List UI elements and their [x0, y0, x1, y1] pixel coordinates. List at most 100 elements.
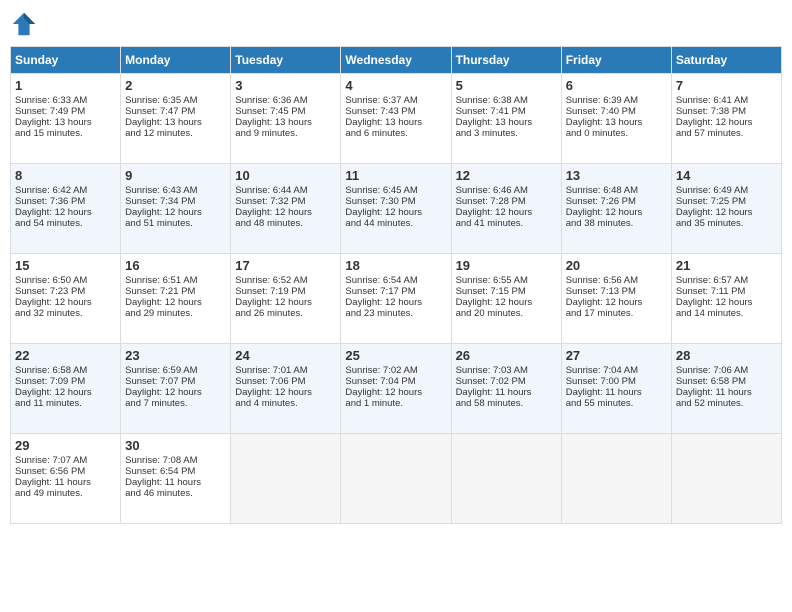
- day-number: 21: [676, 258, 777, 273]
- day-detail: Sunset: 7:38 PM: [676, 106, 777, 117]
- day-detail: Sunrise: 6:33 AM: [15, 95, 116, 106]
- day-header-monday: Monday: [121, 47, 231, 74]
- day-number: 27: [566, 348, 667, 363]
- day-number: 13: [566, 168, 667, 183]
- day-number: 28: [676, 348, 777, 363]
- calendar-cell: 4Sunrise: 6:37 AMSunset: 7:43 PMDaylight…: [341, 74, 451, 164]
- day-number: 29: [15, 438, 116, 453]
- day-detail: Sunrise: 6:36 AM: [235, 95, 336, 106]
- day-detail: Sunrise: 6:35 AM: [125, 95, 226, 106]
- day-detail: Sunset: 7:21 PM: [125, 286, 226, 297]
- day-detail: Sunrise: 6:39 AM: [566, 95, 667, 106]
- day-detail: Sunset: 7:43 PM: [345, 106, 446, 117]
- day-detail: Sunset: 7:32 PM: [235, 196, 336, 207]
- day-detail: and 23 minutes.: [345, 308, 446, 319]
- day-detail: Sunset: 7:02 PM: [456, 376, 557, 387]
- day-detail: Sunrise: 6:49 AM: [676, 185, 777, 196]
- day-detail: Daylight: 13 hours: [125, 117, 226, 128]
- day-header-sunday: Sunday: [11, 47, 121, 74]
- day-number: 7: [676, 78, 777, 93]
- day-detail: Sunrise: 6:44 AM: [235, 185, 336, 196]
- day-detail: and 41 minutes.: [456, 218, 557, 229]
- day-detail: and 44 minutes.: [345, 218, 446, 229]
- day-detail: Sunrise: 7:02 AM: [345, 365, 446, 376]
- day-number: 5: [456, 78, 557, 93]
- day-detail: Daylight: 11 hours: [15, 477, 116, 488]
- day-detail: Daylight: 12 hours: [456, 297, 557, 308]
- day-detail: Sunset: 7:49 PM: [15, 106, 116, 117]
- day-detail: Sunrise: 7:03 AM: [456, 365, 557, 376]
- day-detail: Sunrise: 6:57 AM: [676, 275, 777, 286]
- calendar-cell: 25Sunrise: 7:02 AMSunset: 7:04 PMDayligh…: [341, 344, 451, 434]
- day-detail: Sunset: 7:36 PM: [15, 196, 116, 207]
- day-number: 11: [345, 168, 446, 183]
- day-header-wednesday: Wednesday: [341, 47, 451, 74]
- day-number: 15: [15, 258, 116, 273]
- day-detail: Sunrise: 6:38 AM: [456, 95, 557, 106]
- day-detail: Daylight: 12 hours: [345, 297, 446, 308]
- day-detail: and 0 minutes.: [566, 128, 667, 139]
- day-detail: Daylight: 13 hours: [235, 117, 336, 128]
- day-detail: Sunrise: 6:51 AM: [125, 275, 226, 286]
- day-detail: Sunset: 7:11 PM: [676, 286, 777, 297]
- day-detail: Daylight: 11 hours: [566, 387, 667, 398]
- calendar-cell: 15 Sunrise: 6:50 AMSunset: 7:23 PMDayligh…: [11, 254, 121, 344]
- day-number: 3: [235, 78, 336, 93]
- calendar-cell: 14Sunrise: 6:49 AMSunset: 7:25 PMDayligh…: [671, 164, 781, 254]
- day-detail: Sunrise: 6:58 AM: [15, 365, 116, 376]
- day-detail: Sunset: 7:23 PM: [15, 286, 116, 297]
- day-detail: Daylight: 12 hours: [566, 207, 667, 218]
- day-detail: Sunset: 7:30 PM: [345, 196, 446, 207]
- logo: [10, 10, 42, 38]
- calendar-cell: 24Sunrise: 7:01 AMSunset: 7:06 PMDayligh…: [231, 344, 341, 434]
- day-detail: Sunrise: 6:54 AM: [345, 275, 446, 286]
- day-detail: Sunset: 7:07 PM: [125, 376, 226, 387]
- day-detail: and 3 minutes.: [456, 128, 557, 139]
- week-row-2: 8Sunrise: 6:42 AMSunset: 7:36 PMDaylight…: [11, 164, 782, 254]
- week-row-3: 15Sunrise: 6:50 AMSunset: 7:23 PMDayligh…: [11, 254, 782, 344]
- calendar-cell: 19Sunrise: 6:55 AMSunset: 7:15 PMDayligh…: [451, 254, 561, 344]
- day-detail: Daylight: 12 hours: [15, 297, 116, 308]
- calendar-cell: 1 Sunrise: 6:33 AMSunset: 7:49 PMDaylight…: [11, 74, 121, 164]
- day-detail: Daylight: 12 hours: [235, 387, 336, 398]
- calendar-cell: 9Sunrise: 6:43 AMSunset: 7:34 PMDaylight…: [121, 164, 231, 254]
- day-detail: and 26 minutes.: [235, 308, 336, 319]
- day-detail: Sunset: 7:26 PM: [566, 196, 667, 207]
- day-detail: Sunrise: 6:48 AM: [566, 185, 667, 196]
- calendar-cell: [231, 434, 341, 524]
- day-detail: Sunset: 6:58 PM: [676, 376, 777, 387]
- day-detail: and 46 minutes.: [125, 488, 226, 499]
- calendar-cell: 13 Sunrise: 6:48 AMSunset: 7:26 PMDayligh…: [561, 164, 671, 254]
- calendar-cell: 2Sunrise: 6:35 AMSunset: 7:47 PMDaylight…: [121, 74, 231, 164]
- day-detail: Sunset: 7:40 PM: [566, 106, 667, 117]
- day-detail: and 52 minutes.: [676, 398, 777, 409]
- day-detail: Daylight: 12 hours: [676, 297, 777, 308]
- day-number: 1: [15, 78, 116, 93]
- day-detail: Sunrise: 7:06 AM: [676, 365, 777, 376]
- day-detail: Sunrise: 6:50 AM: [15, 275, 116, 286]
- calendar-cell: [341, 434, 451, 524]
- day-number: 12: [456, 168, 557, 183]
- day-detail: Daylight: 12 hours: [235, 297, 336, 308]
- day-detail: Sunrise: 6:46 AM: [456, 185, 557, 196]
- day-detail: and 57 minutes.: [676, 128, 777, 139]
- day-detail: Daylight: 11 hours: [456, 387, 557, 398]
- day-detail: Daylight: 13 hours: [456, 117, 557, 128]
- day-detail: Sunset: 7:04 PM: [345, 376, 446, 387]
- day-detail: and 38 minutes.: [566, 218, 667, 229]
- week-row-4: 22Sunrise: 6:58 AMSunset: 7:09 PMDayligh…: [11, 344, 782, 434]
- day-detail: Daylight: 13 hours: [15, 117, 116, 128]
- day-number: 2: [125, 78, 226, 93]
- day-detail: Sunrise: 6:59 AM: [125, 365, 226, 376]
- week-row-1: 1Sunrise: 6:33 AMSunset: 7:49 PMDaylight…: [11, 74, 782, 164]
- day-number: 25: [345, 348, 446, 363]
- day-detail: Daylight: 11 hours: [125, 477, 226, 488]
- day-number: 22: [15, 348, 116, 363]
- day-detail: Daylight: 12 hours: [345, 207, 446, 218]
- day-detail: and 11 minutes.: [15, 398, 116, 409]
- day-detail: and 14 minutes.: [676, 308, 777, 319]
- day-detail: and 17 minutes.: [566, 308, 667, 319]
- day-detail: Sunset: 7:45 PM: [235, 106, 336, 117]
- day-detail: Sunrise: 6:45 AM: [345, 185, 446, 196]
- day-detail: Sunset: 7:25 PM: [676, 196, 777, 207]
